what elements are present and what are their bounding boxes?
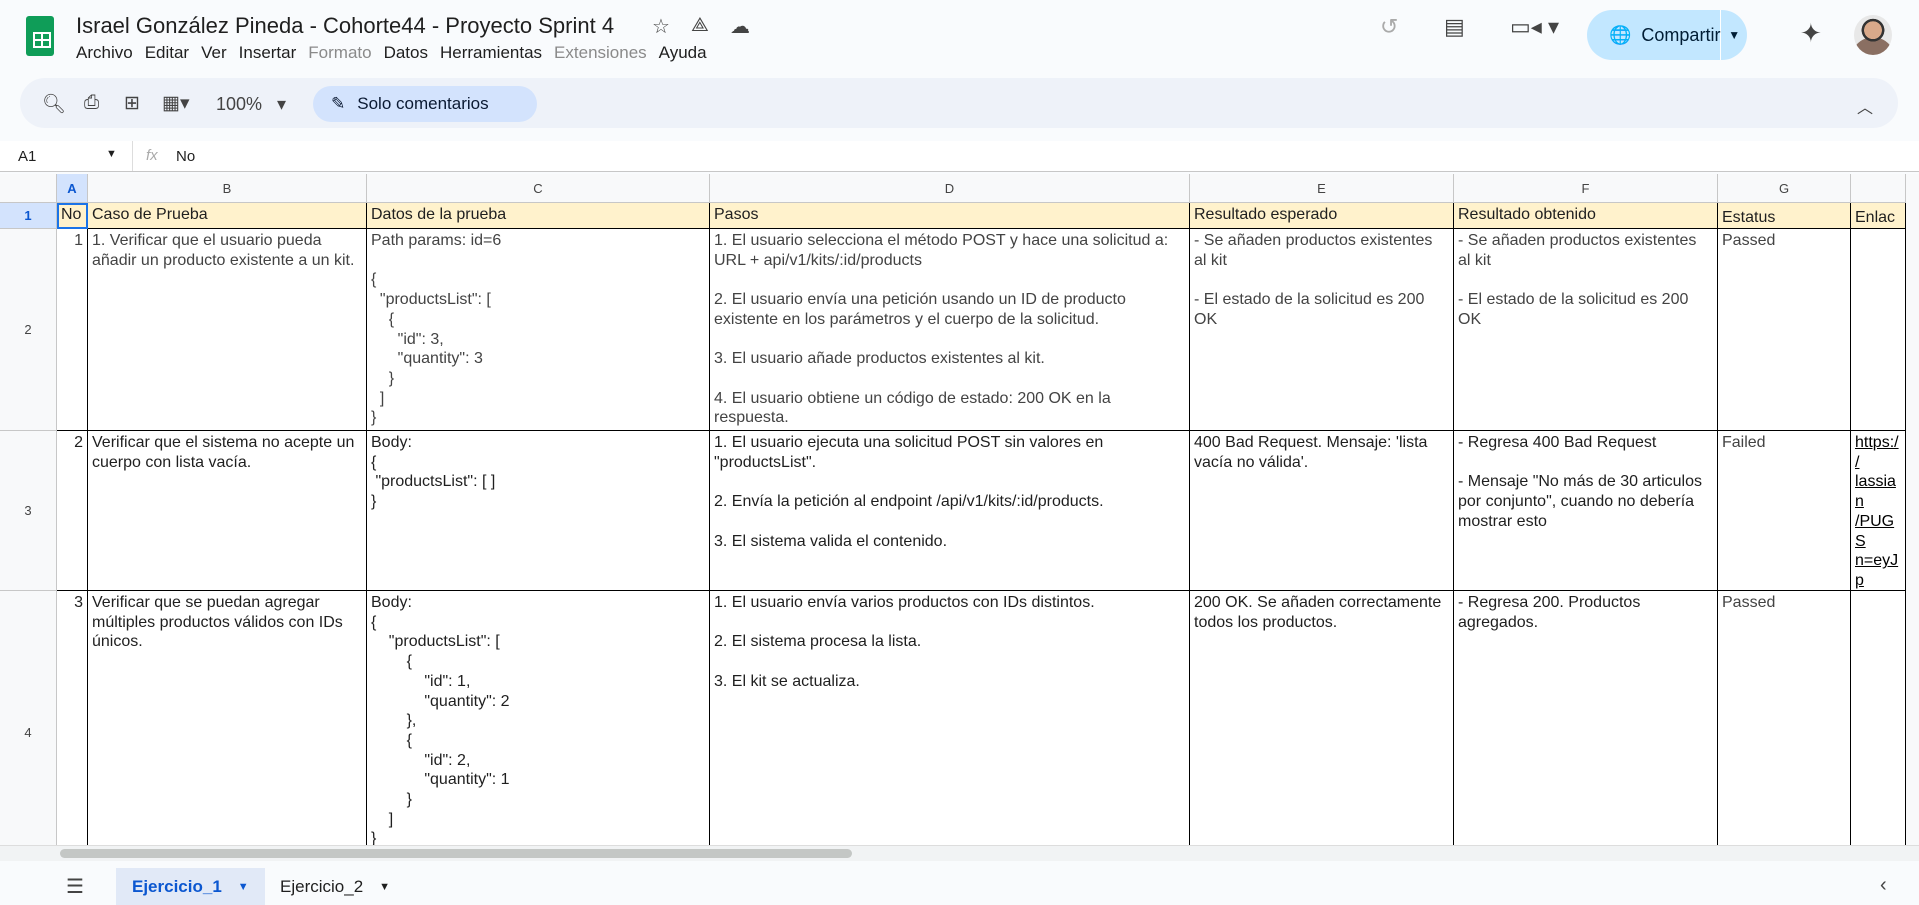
version-history-icon[interactable]: ↺ xyxy=(1380,14,1398,40)
table-cell[interactable]: 200 OK. Se añaden correctamente todos lo… xyxy=(1190,591,1454,845)
share-label: Compartir xyxy=(1641,24,1721,45)
meet-icon[interactable]: ▭◂ ▾ xyxy=(1510,14,1559,40)
menu-datos[interactable]: Datos xyxy=(384,43,436,63)
sheet-tab[interactable]: Ejercicio_2 ▼ xyxy=(264,868,406,905)
search-icon[interactable]: 🔍︎ xyxy=(42,92,66,116)
gemini-icon[interactable]: ✦ xyxy=(1800,18,1822,49)
table-cell[interactable]: 1. El usuario selecciona el método POST … xyxy=(710,229,1190,431)
header-cell[interactable]: Resultado esperado xyxy=(1190,203,1454,229)
menu-ayuda[interactable]: Ayuda xyxy=(659,43,715,63)
header-cell[interactable]: Caso de Prueba xyxy=(88,203,367,229)
sheet-tab-label: Ejercicio_2 xyxy=(280,876,364,896)
horizontal-scroll-thumb[interactable] xyxy=(60,849,852,858)
menu-formato[interactable]: Formato xyxy=(308,43,379,63)
menu-ver[interactable]: Ver xyxy=(201,43,235,63)
chevron-down-icon[interactable]: ▼ xyxy=(238,881,249,893)
menu-archivo[interactable]: Archivo xyxy=(76,43,141,63)
column-header-e[interactable]: E xyxy=(1190,174,1454,203)
toolbar xyxy=(20,78,1898,128)
sheet-tab[interactable]: Ejercicio_1 ▼ xyxy=(116,868,265,905)
avatar[interactable] xyxy=(1854,15,1892,55)
table-cell[interactable]: Passed xyxy=(1718,229,1851,431)
link-cell[interactable] xyxy=(1851,229,1906,431)
column-header-h[interactable] xyxy=(1851,174,1906,203)
sheets-logo[interactable] xyxy=(26,16,54,56)
column-header-b[interactable]: B xyxy=(88,174,367,203)
column-header-d[interactable]: D xyxy=(710,174,1190,203)
divider xyxy=(132,141,133,171)
table-cell[interactable]: - Regresa 200. Productos agregados. xyxy=(1454,591,1718,845)
formula-bar: A1 ▼ fx No xyxy=(0,141,1919,172)
spreadsheet-grid[interactable]: A B C D E F G 1 2 3 4 No Caso de Prueba Datos de la p… xyxy=(0,174,1906,845)
column-header-g[interactable]: G xyxy=(1718,174,1851,203)
table-cell[interactable]: 1. El usuario ejecuta una solicitud POST… xyxy=(710,431,1190,591)
link-cell[interactable] xyxy=(1851,591,1906,845)
globe-icon: 🌐 xyxy=(1609,24,1632,45)
fx-icon: fx xyxy=(146,147,158,164)
sheet-tab-label: Ejercicio_1 xyxy=(132,876,222,896)
header-cell[interactable]: Estatus xyxy=(1718,203,1851,229)
table-cell[interactable]: - Se añaden productos existentes al kit … xyxy=(1454,229,1718,431)
zoom-value: 100% xyxy=(216,94,263,114)
vertical-scrollbar[interactable] xyxy=(1906,174,1919,845)
menu-editar[interactable]: Editar xyxy=(145,43,197,63)
comments-icon[interactable]: ▤ xyxy=(1444,14,1465,40)
add-comment-icon[interactable]: ⊞ xyxy=(124,92,140,115)
table-cell[interactable]: Verificar que se puedan agregar múltiple… xyxy=(88,591,367,845)
table-cell[interactable]: Verificar que el sistema no acepte un cu… xyxy=(88,431,367,591)
table-cell[interactable]: 2 xyxy=(57,431,88,591)
table-cell[interactable]: - Se añaden productos existentes al kit … xyxy=(1190,229,1454,431)
header-cell[interactable]: Datos de la prueba xyxy=(367,203,710,229)
table-cell[interactable]: Body: { "productsList": [ { "id": 1, "qu… xyxy=(367,591,710,845)
print-icon[interactable]: ⎙ xyxy=(84,92,99,114)
share-button[interactable]: 🌐 Compartir ▼ xyxy=(1587,10,1747,60)
table-cell[interactable]: Body: { "productsList": [ ] } xyxy=(367,431,710,591)
table-cell[interactable]: Failed xyxy=(1718,431,1851,591)
table-cell[interactable]: 1 xyxy=(57,229,88,431)
name-box-dropdown-icon[interactable]: ▼ xyxy=(106,148,117,160)
cloud-saved-icon[interactable]: ☁ xyxy=(730,14,750,39)
header-cell[interactable]: Pasos xyxy=(710,203,1190,229)
column-header-c[interactable]: C xyxy=(367,174,710,203)
move-to-drive-icon[interactable]: ⟁ xyxy=(691,14,709,37)
table-cell[interactable]: - Regresa 400 Bad Request - Mensaje "No … xyxy=(1454,431,1718,591)
table-cell[interactable]: 400 Bad Request. Mensaje: 'lista vacía n… xyxy=(1190,431,1454,591)
row-header-4[interactable]: 4 xyxy=(0,591,57,845)
share-dropdown-icon[interactable]: ▼ xyxy=(1721,28,1747,42)
column-header-a[interactable]: A xyxy=(57,174,88,203)
selected-cell-outline xyxy=(57,203,88,229)
table-cell[interactable]: 1. Verificar que el usuario pueda añadir… xyxy=(88,229,367,431)
zoom-select[interactable]: 100% ▾ xyxy=(216,94,286,115)
all-sheets-menu-icon[interactable]: ☰ xyxy=(66,874,84,899)
comment-only-mode-button[interactable]: ✎ Solo comentarios xyxy=(313,86,537,122)
header-cell[interactable]: Enlace xyxy=(1851,203,1906,229)
calculator-icon[interactable]: ▦▾ xyxy=(162,92,190,115)
star-icon[interactable]: ☆ xyxy=(652,14,670,39)
mode-label: Solo comentarios xyxy=(357,94,489,113)
chevron-down-icon[interactable]: ▼ xyxy=(379,881,390,893)
collapse-toolbar-icon[interactable]: ︿ xyxy=(1857,94,1873,118)
explore-collapse-icon[interactable]: ‹ xyxy=(1880,874,1887,897)
name-box[interactable]: A1 xyxy=(18,148,36,165)
row-header-2[interactable]: 2 xyxy=(0,229,57,431)
row-header-1[interactable]: 1 xyxy=(0,203,57,229)
table-cell[interactable]: Path params: id=6 { "productsList": [ { … xyxy=(367,229,710,431)
menu-herramientas[interactable]: Herramientas xyxy=(440,43,550,63)
link-cell[interactable]: https:// lassian /PUGS n=eyJp 5NWU kZDg3… xyxy=(1851,431,1906,591)
row-header-3[interactable]: 3 xyxy=(0,431,57,591)
table-cell[interactable]: Passed xyxy=(1718,591,1851,845)
table-cell[interactable]: 1. El usuario envía varios productos con… xyxy=(710,591,1190,845)
menu-extensiones[interactable]: Extensiones xyxy=(554,43,655,63)
header-cell[interactable]: Resultado obtenido xyxy=(1454,203,1718,229)
menu-insertar[interactable]: Insertar xyxy=(239,43,305,63)
table-cell[interactable]: 3 xyxy=(57,591,88,845)
comment-edit-icon: ✎ xyxy=(331,94,346,113)
document-title[interactable]: Israel González Pineda - Cohorte44 - Pro… xyxy=(76,13,614,39)
column-header-f[interactable]: F xyxy=(1454,174,1718,203)
select-all-corner[interactable] xyxy=(0,174,57,203)
formula-input[interactable]: No xyxy=(176,148,195,165)
menu-bar: Archivo Editar Ver Insertar Formato Datos Herr… xyxy=(76,43,719,63)
